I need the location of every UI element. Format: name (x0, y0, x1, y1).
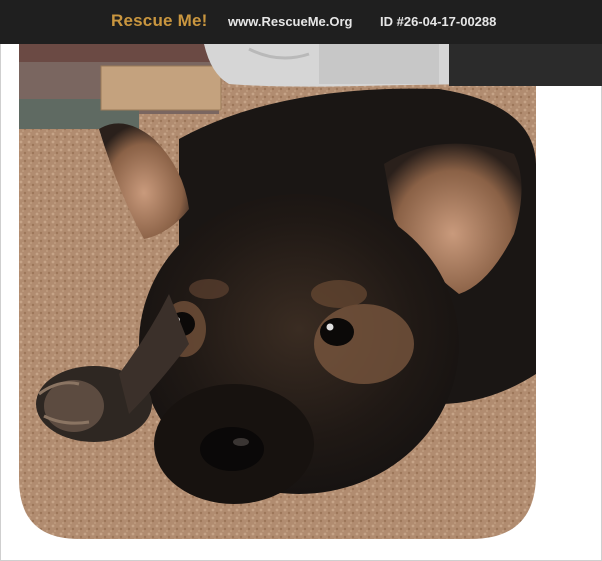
site-header: Rescue Me! www.RescueMe.Org ID #26-04-17… (0, 0, 602, 44)
puppy-photo-image (19, 44, 602, 539)
site-url-link[interactable]: www.RescueMe.Org (228, 14, 353, 29)
rescueme-logo[interactable]: Rescue Me! (111, 11, 207, 31)
pet-photo (19, 44, 602, 540)
listing-id: ID #26-04-17-00288 (380, 14, 497, 29)
